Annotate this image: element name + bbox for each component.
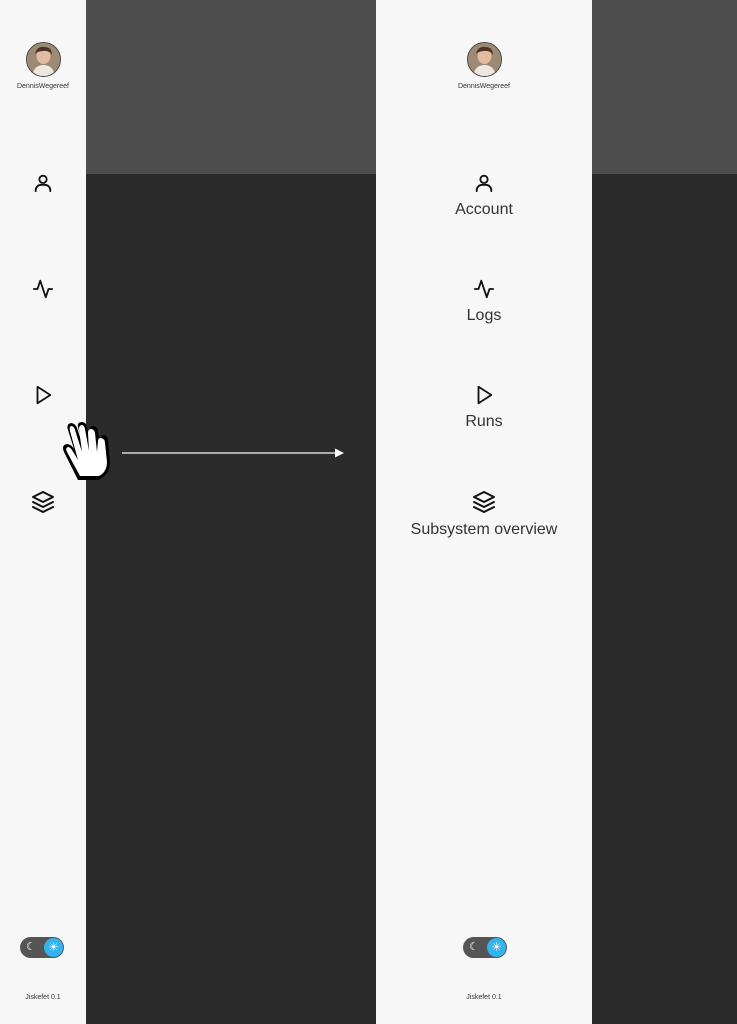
sidebar-expanded: DennisWegereef Account Logs Runs Subsyst… (376, 0, 592, 1024)
app-version: Jiskefet 0.1 (25, 994, 61, 1001)
layers-icon (32, 491, 54, 513)
sidebar-item-subsystem-overview[interactable]: Subsystem overview (376, 490, 592, 539)
sidebar-item-label: Subsystem overview (410, 521, 558, 538)
username: DennisWegereef (16, 83, 69, 90)
sidebar-item-subsystem-overview[interactable] (0, 490, 86, 514)
play-icon (477, 385, 493, 405)
play-icon (36, 385, 52, 405)
sidebar-item-label: Runs (465, 413, 503, 430)
username: DennisWegereef (457, 83, 510, 90)
backdrop-top-left (86, 0, 376, 174)
avatar[interactable] (467, 42, 502, 77)
avatar[interactable] (26, 42, 61, 77)
app-version: Jiskefet 0.1 (466, 994, 502, 1001)
sidebar-item-account[interactable] (0, 172, 86, 194)
layers-icon (473, 491, 495, 513)
avatar-photo (27, 43, 60, 76)
theme-toggle[interactable]: ☾ ☀ (20, 937, 64, 958)
theme-toggle[interactable]: ☾ ☀ (463, 937, 507, 958)
user-icon (475, 174, 493, 193)
avatar-photo (468, 43, 501, 76)
sidebar-item-logs[interactable]: Logs (376, 278, 592, 325)
backdrop-dark-left (86, 174, 376, 1024)
sidebar-item-account[interactable]: Account (376, 172, 592, 219)
sidebar-item-runs[interactable]: Runs (376, 384, 592, 431)
sidebar-item-label: Account (455, 201, 513, 218)
sidebar-item-runs[interactable] (0, 384, 86, 406)
hand-cursor-icon (63, 422, 110, 480)
activity-icon (32, 279, 54, 299)
user-icon (34, 174, 52, 193)
moon-icon: ☾ (469, 941, 479, 953)
backdrop-dark-right (592, 174, 737, 1024)
sidebar-item-label: Logs (466, 307, 502, 324)
arrow-icon (122, 448, 344, 458)
moon-icon: ☾ (26, 941, 36, 953)
sun-icon: ☀ (44, 938, 63, 957)
sidebar-item-logs[interactable] (0, 278, 86, 300)
activity-icon (473, 279, 495, 299)
sidebar-collapsed: DennisWegereef ☾ ☀ Jiskefet 0.1 (0, 0, 86, 1024)
backdrop-top-right (592, 0, 737, 174)
sun-icon: ☀ (487, 938, 506, 957)
